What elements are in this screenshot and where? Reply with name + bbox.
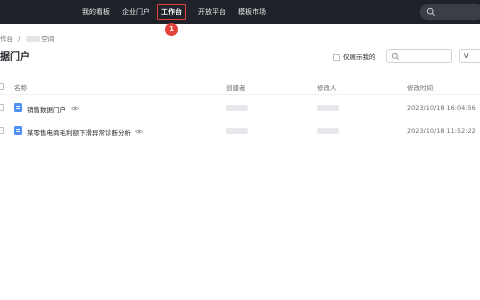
step-marker: 1 — [165, 23, 178, 36]
filter-button[interactable]: V — [459, 49, 480, 63]
row-name-link[interactable]: 某零售电商毛利额下滑异常诊断分析 — [27, 127, 131, 137]
list-search-input[interactable] — [386, 49, 452, 63]
breadcrumb-root[interactable]: 作台 — [0, 35, 13, 43]
column-header-creator: 创建者 — [226, 84, 246, 92]
search-icon — [426, 7, 435, 16]
nav-item-open-platform[interactable]: 开放平台 — [198, 0, 226, 24]
eye-icon[interactable] — [135, 129, 143, 134]
checkbox-icon — [333, 53, 340, 61]
row-modified-time: 2023/10/18 16:04:56 — [407, 104, 476, 112]
nav-item-template-market[interactable]: 模板市场 — [238, 0, 266, 24]
redacted-space-name — [26, 36, 41, 42]
breadcrumb-current: 空间 — [41, 35, 55, 43]
redacted-creator — [226, 105, 248, 111]
page-title: 据门户 — [0, 52, 30, 63]
workbench-highlight-box — [157, 4, 186, 20]
portal-doc-icon — [14, 103, 22, 112]
eye-icon[interactable] — [71, 106, 79, 111]
nav-item-enterprise-portal[interactable]: 企业门户 — [122, 0, 150, 24]
global-search-input[interactable] — [420, 4, 480, 20]
row-checkbox[interactable] — [0, 127, 4, 134]
column-header-modified-time: 修改时间 — [407, 84, 433, 92]
only-mine-label: 仅展示我的 — [343, 53, 376, 61]
breadcrumb: 作台 / 空间 — [0, 33, 54, 43]
redacted-modifier — [317, 128, 339, 134]
column-header-name: 名称 — [14, 84, 27, 92]
portal-doc-icon — [14, 126, 22, 135]
only-mine-checkbox[interactable]: 仅展示我的 — [333, 51, 376, 61]
redacted-modifier — [317, 105, 339, 111]
row-modified-time: 2023/10/18 11:52:22 — [407, 127, 476, 135]
column-header-modifier: 修改人 — [317, 84, 337, 92]
row-name-link[interactable]: 销售数据门户 — [27, 104, 66, 114]
top-navigation-bar: 我的看板 企业门户 工作台 开放平台 模板市场 — [0, 0, 480, 24]
nav-item-my-boards[interactable]: 我的看板 — [82, 0, 110, 24]
search-icon — [391, 52, 400, 61]
select-all-checkbox[interactable] — [0, 83, 4, 90]
row-checkbox[interactable] — [0, 104, 4, 111]
table-row[interactable]: 某零售电商毛利额下滑异常诊断分析 2023/10/18 11:52:22 — [0, 117, 480, 145]
breadcrumb-separator: / — [18, 35, 21, 43]
redacted-creator — [226, 128, 248, 134]
